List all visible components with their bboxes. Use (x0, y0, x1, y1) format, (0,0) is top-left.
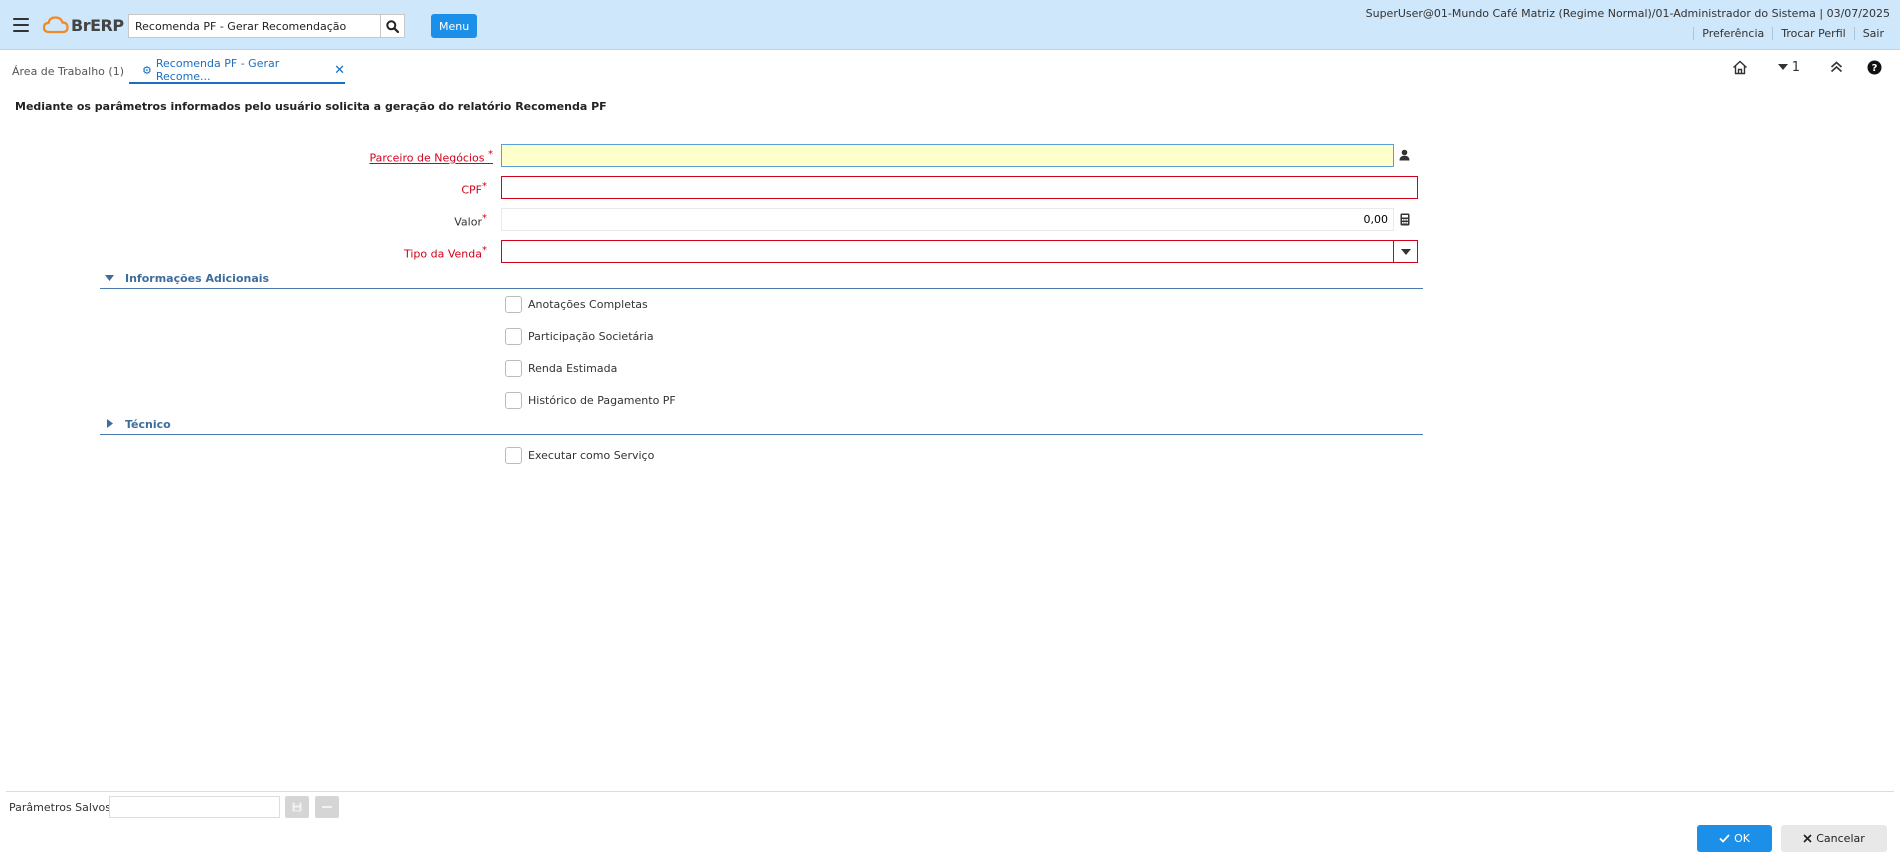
cancel-label: Cancelar (1816, 832, 1865, 845)
tab-workspace[interactable]: Área de Trabalho (1) (12, 58, 124, 84)
cloud-logo-icon (42, 16, 69, 34)
required-mark: * (482, 213, 487, 224)
tipo-venda-label-text: Tipo da Venda (404, 247, 482, 261)
check-icon (1719, 834, 1730, 843)
checkbox[interactable] (505, 391, 522, 409)
footer-divider (6, 791, 1894, 792)
saved-params-input[interactable] (110, 797, 287, 817)
save-params-button[interactable] (285, 796, 309, 818)
home-button[interactable] (1730, 57, 1750, 77)
saved-params-combo (109, 796, 297, 818)
valor-label: Valor* (454, 213, 487, 229)
required-mark: * (488, 149, 493, 160)
process-description: Mediante os parâmetros informados pelo u… (15, 100, 607, 113)
checkbox-renda-estimada[interactable]: Renda Estimada (505, 358, 617, 378)
user-links: Preferência Trocar Perfil Sair (1693, 27, 1892, 40)
window-toolbar: 1 ? (1730, 57, 1884, 77)
ok-button[interactable]: OK (1697, 825, 1772, 852)
close-tab-icon[interactable]: ✕ (334, 63, 345, 78)
help-button[interactable]: ? (1864, 57, 1884, 77)
valor-label-text: Valor (454, 215, 482, 229)
checkbox-label: Anotações Completas (528, 297, 648, 311)
ok-label: OK (1734, 832, 1750, 845)
calculator-button[interactable] (1400, 213, 1410, 229)
window-counter: 1 (1791, 59, 1800, 75)
valor-input[interactable] (501, 208, 1394, 231)
gear-icon: ⚙ (142, 63, 152, 77)
svg-text:?: ? (1871, 63, 1877, 74)
checkbox-participacao-societaria[interactable]: Participação Societária (505, 326, 654, 346)
checkbox-label: Executar como Serviço (528, 448, 655, 462)
cpf-label: CPF* (461, 181, 487, 197)
person-icon (1399, 149, 1410, 161)
checkbox-label: Histórico de Pagamento PF (528, 393, 676, 407)
tipo-venda-dropdown-button[interactable] (1393, 240, 1418, 263)
search-input[interactable] (129, 15, 380, 37)
tipo-venda-label: Tipo da Venda* (404, 245, 487, 261)
floppy-disk-icon (292, 802, 302, 812)
caret-down-icon (105, 275, 114, 281)
window-counter-dropdown[interactable]: 1 (1777, 57, 1800, 77)
collapse-button[interactable] (1826, 57, 1846, 77)
business-partner-lookup-button[interactable] (1399, 149, 1410, 164)
checkbox-anotacoes-completas[interactable]: Anotações Completas (505, 294, 648, 314)
calculator-icon (1400, 213, 1410, 226)
switch-role-link[interactable]: Trocar Perfil (1772, 27, 1853, 40)
required-mark: * (482, 245, 487, 256)
field-tipo-venda: Tipo da Venda* (0, 240, 1430, 264)
hamburger-menu-icon[interactable] (13, 18, 29, 32)
tab-label: Recomenda PF - Gerar Recome... (155, 57, 280, 83)
checkbox-executar-como-servico[interactable]: Executar como Serviço (505, 445, 654, 465)
app-header: BrERP Menu SuperUser@01-Mundo Café Matri… (0, 0, 1900, 50)
section-informacoes-adicionais[interactable]: Informações Adicionais (100, 267, 1423, 289)
minus-icon (322, 806, 332, 808)
business-partner-label[interactable]: Parceiro de Negócios * (369, 149, 493, 165)
section-title: Informações Adicionais (125, 272, 270, 285)
preferences-link[interactable]: Preferência (1693, 27, 1772, 40)
business-partner-input[interactable] (501, 144, 1394, 167)
global-search (128, 14, 405, 38)
checkbox-label: Renda Estimada (528, 361, 618, 375)
delete-params-button[interactable] (315, 796, 339, 818)
business-partner-label-text: Parceiro de Negócios (369, 151, 485, 165)
cpf-input[interactable] (501, 176, 1418, 199)
menu-button[interactable]: Menu (431, 14, 478, 38)
caret-down-icon (1777, 64, 1788, 70)
saved-params-label: Parâmetros Salvos (9, 801, 111, 814)
cancel-button[interactable]: Cancelar (1781, 825, 1887, 852)
tipo-venda-select[interactable] (501, 240, 1394, 263)
section-tecnico[interactable]: Técnico (100, 413, 1423, 435)
home-icon (1732, 60, 1747, 74)
field-business-partner: Parceiro de Negócios * (0, 144, 1430, 168)
caret-right-icon (107, 419, 113, 428)
checkbox[interactable] (505, 359, 522, 377)
section-title: Técnico (125, 418, 171, 431)
tab-bar: Área de Trabalho (1) ⚙ Recomenda PF - Ge… (0, 50, 1900, 85)
close-icon (1803, 834, 1812, 843)
search-icon (386, 19, 399, 33)
logo-text: BrERP (71, 15, 124, 35)
checkbox-label: Participação Societária (528, 329, 654, 343)
double-chevron-up-icon (1830, 61, 1842, 73)
help-icon: ? (1867, 60, 1881, 74)
brerp-logo[interactable]: BrERP (42, 13, 124, 37)
field-cpf: CPF* (0, 176, 1430, 200)
checkbox[interactable] (505, 446, 522, 464)
field-valor: Valor* (0, 208, 1430, 232)
checkbox[interactable] (505, 327, 522, 345)
caret-down-icon (1400, 248, 1411, 255)
user-context-info: SuperUser@01-Mundo Café Matriz (Regime N… (1365, 7, 1890, 20)
search-button[interactable] (380, 15, 404, 37)
checkbox-historico-pagamento[interactable]: Histórico de Pagamento PF (505, 390, 676, 410)
tab-recomenda-pf[interactable]: ⚙ Recomenda PF - Gerar Recome... ✕ (129, 57, 345, 84)
checkbox[interactable] (505, 295, 522, 313)
cpf-label-text: CPF (461, 183, 482, 197)
logout-link[interactable]: Sair (1853, 27, 1892, 40)
required-mark: * (482, 181, 487, 192)
